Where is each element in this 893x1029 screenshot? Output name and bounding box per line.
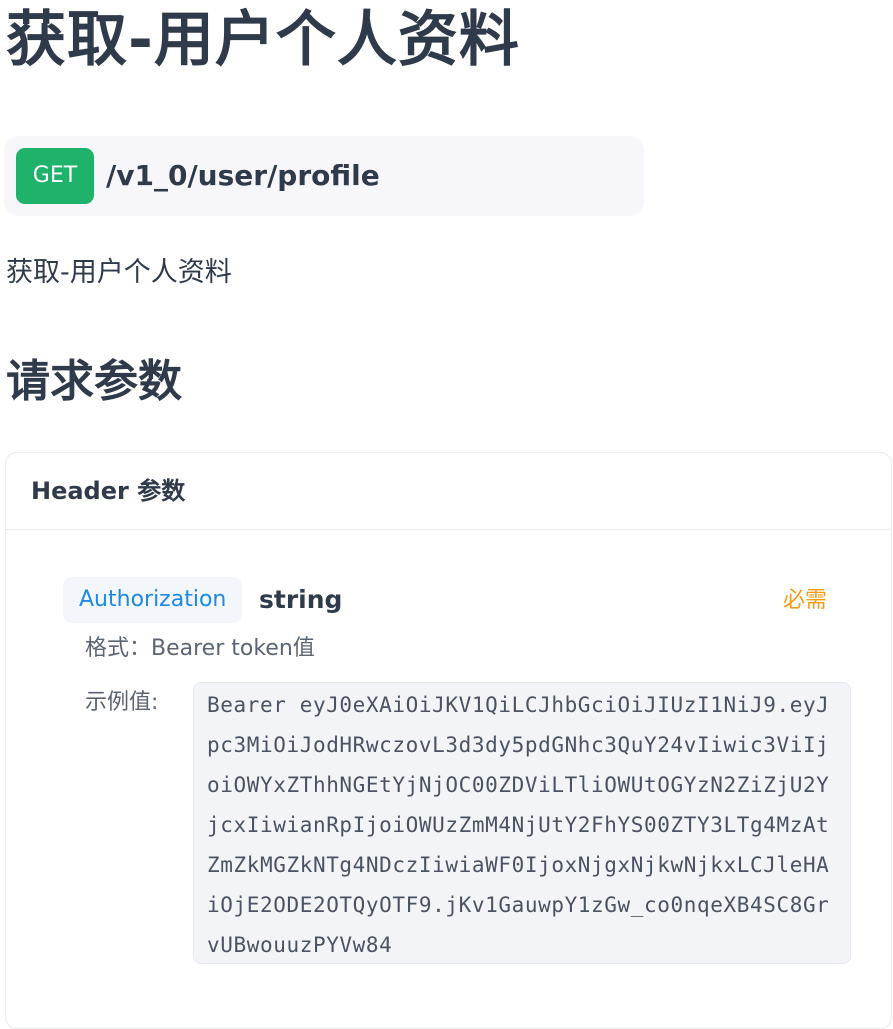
header-params-card: Header 参数 Authorization string 必需 格式：Bea… [5,452,892,1029]
page-title: 获取-用户个人资料 [6,5,520,75]
header-params-card-header: Header 参数 [6,453,891,530]
param-example-line: oiOWYxZThhNGEtYjNjOC00ZDViLTliOWUtOGYzN2… [207,773,830,797]
endpoint-bar: GET /v1_0/user/profile [4,136,644,216]
param-example-line: Bearer eyJ0eXAiOiJKV1QiLCJhbGciOiJIUzI1N… [207,693,830,717]
param-type: string [259,585,343,614]
param-format: 格式：Bearer token值 [85,636,315,661]
param-example-line: ZmZkMGZkNTg4NDczIiwiaWF0IjoxNjgxNjkwNjkx… [207,853,830,877]
param-example-box[interactable]: Bearer eyJ0eXAiOiJKV1QiLCJhbGciOiJIUzI1N… [193,682,851,964]
param-example-line: iOjE2ODE2OTQyOTF9.jKv1GauwpY1zGw_co0nqeX… [207,893,830,917]
http-method-badge: GET [16,148,94,204]
section-title-request-params: 请求参数 [6,356,182,407]
param-required-badge: 必需 [782,588,827,613]
param-name-authorization[interactable]: Authorization [63,577,243,623]
param-example-line: vUBwouuzPYVw84 [207,933,393,957]
header-params-label: Header 参数 [31,477,186,505]
param-example-line: pc3MiOiJodHRwczovL3d3dy5pdGNhc3QuY24vIiw… [207,733,830,757]
endpoint-description: 获取-用户个人资料 [6,257,232,288]
param-example-line: jcxIiwianRpIjoiOWUzZmM4NjUtY2FhYS00ZTY3L… [207,813,830,837]
api-doc-page: 获取-用户个人资料 GET /v1_0/user/profile 获取-用户个人… [0,0,893,1029]
param-example-label: 示例值: [85,690,159,715]
endpoint-path[interactable]: /v1_0/user/profile [106,156,380,196]
